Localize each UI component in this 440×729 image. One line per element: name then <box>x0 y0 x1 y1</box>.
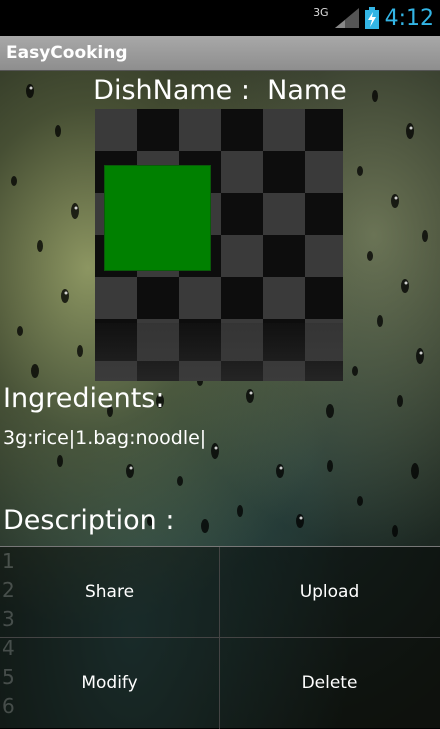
description-label: Description : <box>3 505 175 536</box>
share-button[interactable]: Share <box>0 547 219 637</box>
app-title: EasyCooking <box>6 43 128 63</box>
clock: 4:12 <box>384 5 434 31</box>
dish-image-placeholder <box>104 165 211 271</box>
menu-grid: Share Upload Modify Delete <box>0 547 440 729</box>
ingredients-label: Ingredients: <box>3 383 165 414</box>
network-type-label: 3G <box>313 5 329 19</box>
status-bar: 3G 4:12 <box>0 0 440 36</box>
dish-image[interactable] <box>95 109 343 381</box>
signal-icon <box>334 8 359 28</box>
dish-name-label: DishName : Name <box>93 75 347 106</box>
status-icons: 3G 4:12 <box>313 4 434 32</box>
image-reflection <box>95 323 343 381</box>
battery-charging-icon <box>364 7 379 29</box>
delete-button[interactable]: Delete <box>220 638 439 728</box>
options-menu: 1 2 3 4 5 6 Share Upload Modify Delete <box>0 546 440 729</box>
upload-button[interactable]: Upload <box>220 547 439 637</box>
ingredients-value: 3g:rice|1.bag:noodle| <box>3 427 207 449</box>
modify-button[interactable]: Modify <box>0 638 219 728</box>
action-bar: EasyCooking <box>0 36 440 71</box>
